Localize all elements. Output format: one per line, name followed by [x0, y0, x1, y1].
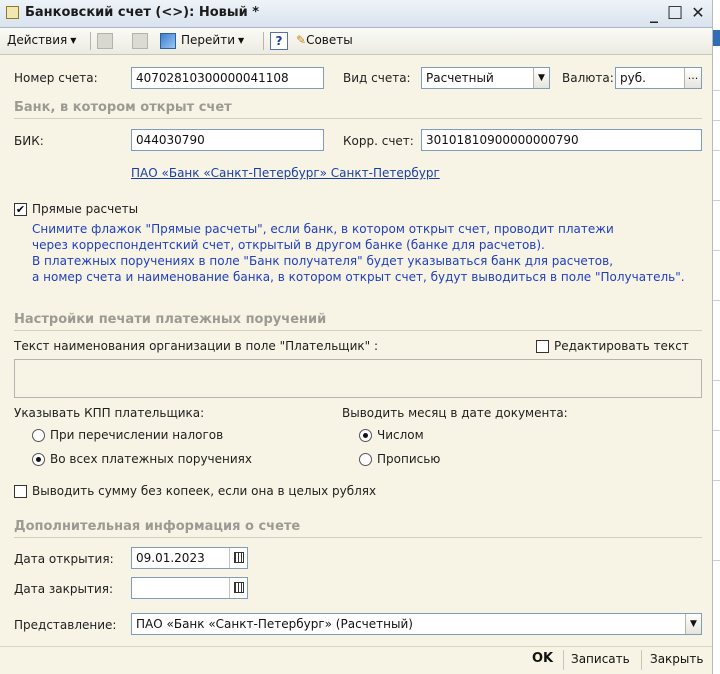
footer-divider: [0, 646, 712, 647]
ok-button[interactable]: OK: [532, 651, 553, 666]
bank-link[interactable]: ПАО «Банк «Санкт-Петербург» Санкт-Петерб…: [131, 166, 440, 180]
background-line: [713, 200, 720, 201]
chevron-down-icon: ▼: [70, 36, 77, 45]
maximize-button[interactable]: □: [665, 2, 685, 22]
footer-separator: [563, 650, 564, 670]
account-type-value: Расчетный: [426, 71, 494, 85]
corr-account-input[interactable]: 30101810900000000790: [421, 129, 702, 151]
presentation-label: Представление:: [14, 618, 117, 632]
month-option-label: Числом: [377, 428, 424, 442]
currency-value: руб.: [620, 71, 646, 85]
month-number-radio[interactable]: [359, 429, 372, 442]
close-form-button[interactable]: Закрыть: [650, 652, 703, 666]
section-divider: [14, 330, 702, 331]
toolbar-separator: [263, 32, 264, 50]
edit-text-label: Редактировать текст: [554, 339, 689, 353]
hint-line: через корреспондентский счет, открытый в…: [32, 238, 545, 252]
currency-select-button[interactable]: ...: [684, 68, 701, 88]
month-option-label: Прописью: [377, 452, 441, 466]
bik-input[interactable]: 044030790: [131, 129, 324, 151]
print-section-title: Настройки печати платежных поручений: [14, 312, 327, 327]
footer-separator: [641, 650, 642, 670]
month-words-radio[interactable]: [359, 453, 372, 466]
goto-icon[interactable]: [160, 33, 176, 49]
bank-section-title: Банк, в котором открыт счет: [14, 100, 232, 115]
direct-payments-checkbox[interactable]: ✔: [14, 203, 27, 216]
corr-account-label: Корр. счет:: [343, 134, 414, 148]
background-line: [713, 480, 720, 481]
back-icon[interactable]: [97, 33, 113, 49]
close-date-value: . .: [144, 595, 162, 598]
actions-menu-label: Действия: [7, 33, 68, 47]
account-number-input[interactable]: 40702810300000041108: [131, 67, 324, 89]
chevron-down-icon[interactable]: ▼: [533, 68, 549, 88]
calendar-icon[interactable]: [229, 578, 247, 598]
tips-label: Советы: [306, 33, 353, 47]
background-line: [713, 560, 720, 561]
account-number-label: Номер счета:: [14, 71, 98, 85]
tips-icon: ✎: [296, 33, 307, 47]
background-line: [713, 150, 720, 151]
calendar-icon[interactable]: [229, 548, 247, 568]
structure-icon[interactable]: [132, 33, 148, 49]
presentation-value: ПАО «Банк «Санкт-Петербург» (Расчетный): [136, 617, 413, 631]
currency-label: Валюта:: [562, 71, 614, 85]
payer-text-area[interactable]: [14, 359, 702, 398]
save-button[interactable]: Записать: [571, 652, 630, 666]
month-label: Выводить месяц в дате документа:: [342, 406, 568, 420]
hint-line: Снимите флажок "Прямые расчеты", если ба…: [32, 222, 614, 236]
kpp-option-label: Во всех платежных поручениях: [50, 452, 252, 466]
goto-menu[interactable]: Перейти ▼: [181, 33, 244, 47]
open-date-value: 09.01.2023: [136, 551, 205, 565]
payer-text-label: Текст наименования организации в поле "П…: [14, 339, 379, 353]
edit-text-checkbox[interactable]: [536, 340, 549, 353]
background-highlight: [713, 30, 720, 46]
background-line: [713, 250, 720, 251]
account-type-label: Вид счета:: [343, 71, 411, 85]
close-date-label: Дата закрытия:: [14, 582, 114, 596]
check-icon: ✔: [15, 203, 26, 216]
background-line: [713, 120, 720, 121]
direct-payments-label: Прямые расчеты: [32, 202, 139, 216]
presentation-select[interactable]: ПАО «Банк «Санкт-Петербург» (Расчетный): [131, 613, 702, 635]
kpp-option-all-radio[interactable]: [32, 453, 45, 466]
close-button[interactable]: ✕: [688, 3, 708, 22]
background-line: [713, 300, 720, 301]
background-line: [713, 430, 720, 431]
toolbar: Действия ▼ Перейти ▼ ? ✎Советы: [0, 28, 712, 55]
account-type-select[interactable]: Расчетный: [421, 67, 550, 89]
section-divider: [14, 537, 702, 538]
no-kopecks-checkbox[interactable]: [14, 485, 27, 498]
open-date-label: Дата открытия:: [14, 552, 114, 566]
kpp-label: Указывать КПП плательщика:: [14, 406, 205, 420]
chevron-down-icon: ▼: [238, 36, 245, 45]
title-bar[interactable]: Банковский счет (<>): Новый * _ □ ✕: [0, 0, 712, 28]
bik-label: БИК:: [14, 134, 44, 148]
document-icon: [6, 6, 19, 19]
hint-line: В платежных поручениях в поле "Банк полу…: [32, 254, 614, 268]
window-title: Банковский счет (<>): Новый *: [25, 5, 260, 20]
background-window-edge: [712, 0, 720, 674]
no-kopecks-label: Выводить сумму без копеек, если она в це…: [32, 484, 377, 498]
actions-menu[interactable]: Действия ▼: [7, 33, 76, 47]
background-line: [713, 380, 720, 381]
help-button[interactable]: ?: [270, 32, 288, 50]
kpp-option-label: При перечислении налогов: [50, 428, 224, 442]
kpp-option-taxes-radio[interactable]: [32, 429, 45, 442]
section-divider: [14, 118, 702, 119]
goto-menu-label: Перейти: [181, 33, 235, 47]
chevron-down-icon[interactable]: ▼: [685, 614, 701, 634]
tips-button[interactable]: ✎Советы: [296, 33, 353, 47]
toolbar-separator: [90, 32, 91, 50]
extra-section-title: Дополнительная информация о счете: [14, 519, 301, 534]
background-line: [713, 90, 720, 91]
minimize-button[interactable]: _: [644, 4, 664, 23]
hint-line: а номер счета и наименование банка, в ко…: [32, 270, 685, 284]
